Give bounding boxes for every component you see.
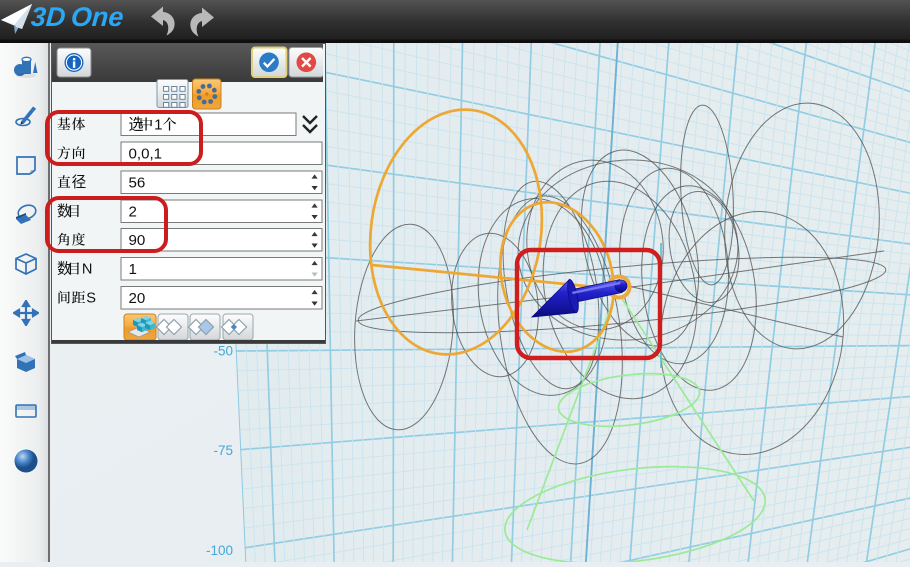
svg-text:径: 径 [72,174,87,191]
svg-text:N: N [82,262,93,278]
svg-text:-100: -100 [206,543,233,558]
svg-text:1: 1 [129,261,137,278]
svg-text:-50: -50 [213,344,233,359]
svg-text:S: S [86,291,96,307]
svg-text:-75: -75 [213,443,233,458]
svg-text:56: 56 [129,174,146,191]
svg-text:数: 数 [57,261,72,278]
svg-text:20: 20 [129,290,146,307]
